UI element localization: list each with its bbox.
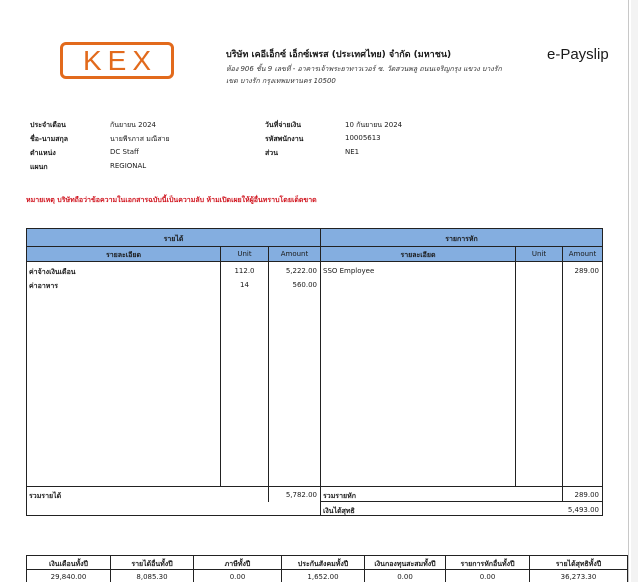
summary-value: 0.00 — [397, 573, 413, 581]
income-col-amount: Amount — [280, 250, 309, 258]
name-label: ชื่อ-นามสกุล — [30, 135, 68, 143]
payslip-table: รายได้ รายการหัก รายละเอียด Unit Amount … — [26, 228, 603, 516]
summary-header: ภาษีทั้งปี — [224, 560, 251, 568]
company-name: บริษัท เคอีเอ็กซ์ เอ็กซ์เพรส (ประเทศไทย)… — [226, 50, 452, 60]
deduction-col-amount: Amount — [568, 250, 597, 258]
company-address-line2: เขต บางรัก กรุงเทพมหานคร 10500 — [226, 77, 336, 85]
income-row-unit: 14 — [240, 281, 249, 289]
name-value: นายพีรภาส มณีสาย — [110, 135, 170, 143]
income-row-unit: 112.0 — [234, 267, 255, 275]
company-address-line1: ห้อง 906 ชั้น 9 เลขที่ - อาคารเจ้าพระยาท… — [226, 65, 502, 73]
empid-value: 10005613 — [345, 134, 381, 142]
summary-value: 1,652.00 — [307, 573, 339, 581]
net-pay-label: เงินได้สุทธิ — [323, 507, 355, 515]
deduction-total-label: รวมรายหัก — [323, 492, 356, 500]
page-margin — [631, 0, 638, 582]
income-col-detail: รายละเอียด — [105, 251, 142, 259]
income-total-amount: 5,782.00 — [285, 491, 317, 499]
summary-value: 0.00 — [229, 573, 246, 581]
summary-header: เงินเดือนทั้งปี — [49, 560, 88, 568]
deduction-col-unit: Unit — [531, 250, 547, 258]
income-col-unit: Unit — [237, 250, 252, 258]
confidential-remark: หมายเหตุ บริษัทถือว่าข้อความในเอกสารฉบับ… — [26, 196, 317, 204]
income-row-detail: ค่าอาหาร — [29, 282, 59, 290]
summary-header: รายได้สุทธิทั้งปี — [555, 560, 602, 568]
paydate-label: วันที่จ่ายเงิน — [265, 121, 302, 129]
department-label: แผนก — [30, 163, 48, 171]
income-row-amount: 560.00 — [292, 281, 318, 289]
period-label: ประจำเดือน — [30, 121, 66, 129]
income-row-detail: ค่าจ้างเงินเดือน — [29, 268, 76, 276]
payslip-page: KEX บริษัท เคอีเอ็กซ์ เอ็กซ์เพรส (ประเทศ… — [0, 0, 638, 582]
summary-header: ประกันสังคมทั้งปี — [297, 560, 349, 568]
deduction-total-amount: 289.00 — [574, 491, 600, 499]
annual-summary-table: เงินเดือนทั้งปี รายได้อื่นทั้งปี ภาษีทั้… — [26, 555, 628, 582]
deduction-col-detail: รายละเอียด — [400, 251, 436, 259]
income-total-label: รวมรายได้ — [29, 492, 62, 500]
department-value: REGIONAL — [110, 162, 147, 170]
page-edge — [628, 0, 629, 582]
paydate-value: 10 กันยายน 2024 — [345, 121, 403, 129]
empid-label: รหัสพนักงาน — [265, 135, 304, 143]
position-value: DC Staff — [110, 148, 139, 156]
net-pay-amount: 5,493.00 — [567, 506, 599, 514]
document-title: e-Payslip — [547, 46, 609, 63]
summary-header: เงินกองทุนสะสมทั้งปี — [374, 560, 436, 568]
summary-value: 36,273.30 — [560, 573, 597, 581]
position-label: ตำแหน่ง — [30, 149, 56, 157]
income-section-title: รายได้ — [163, 235, 184, 243]
deduction-section-title: รายการหัก — [445, 235, 478, 243]
period-value: กันยายน 2024 — [110, 121, 156, 129]
company-address: ห้อง 906 ชั้น 9 เลขที่ - อาคารเจ้าพระยาท… — [226, 63, 526, 87]
summary-header: รายการหักอื่นทั้งปี — [460, 560, 515, 568]
deduction-row-detail: SSO Employee — [323, 267, 375, 275]
section-label: ส่วน — [265, 149, 278, 157]
summary-value: 8,085.30 — [136, 573, 168, 581]
summary-value: 0.00 — [479, 573, 496, 581]
section-value: NE1 — [345, 148, 360, 156]
summary-value: 29,840.00 — [50, 573, 87, 581]
income-row-amount: 5,222.00 — [285, 267, 317, 275]
summary-header: รายได้อื่นทั้งปี — [131, 560, 173, 568]
deduction-row-amount: 289.00 — [574, 267, 600, 275]
logo-text: KEX — [82, 44, 158, 76]
kex-logo: KEX — [60, 42, 174, 79]
